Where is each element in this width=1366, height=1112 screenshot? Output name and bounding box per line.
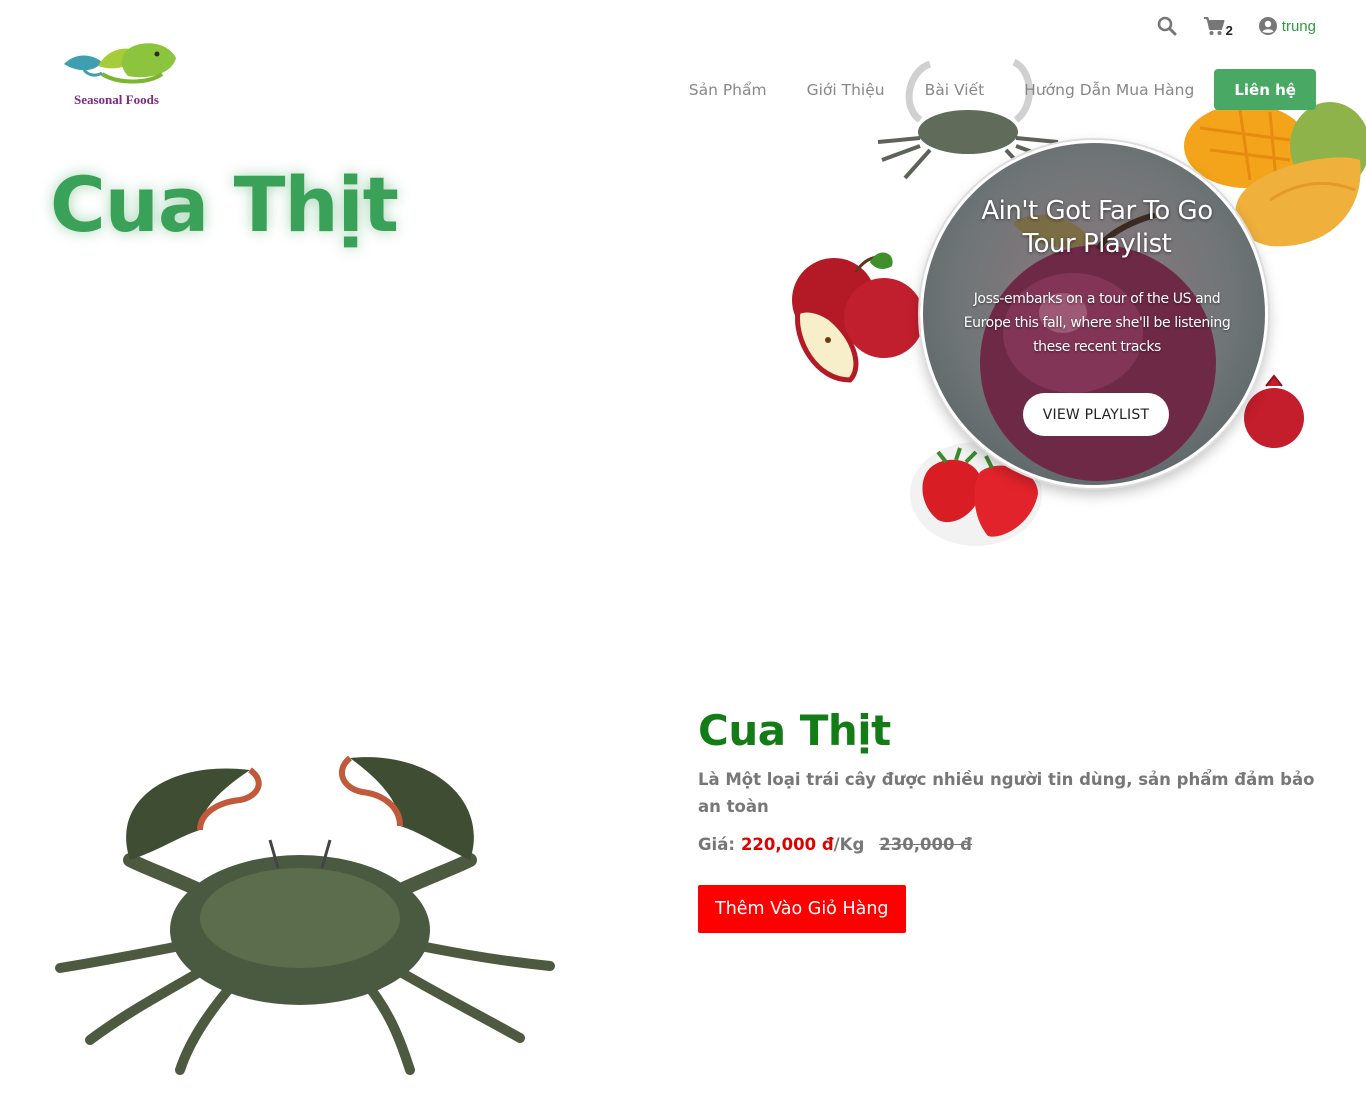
current-price: 220,000 đ — [740, 835, 834, 854]
view-playlist-button[interactable]: VIEW PLAYLIST — [1023, 393, 1169, 436]
product-details: Cua Thịt Là Một loại trái cây được nhiều… — [698, 700, 1318, 933]
main-navigation: Sản Phẩm Giới Thiệu Bài Viết Hướng Dẫn M… — [689, 69, 1316, 110]
logo-text: Seasonal Foods — [74, 92, 159, 107]
price-label: Giá: — [698, 835, 735, 854]
product-title: Cua Thịt — [698, 706, 891, 755]
add-to-cart-button[interactable]: Thêm Vào Giỏ Hàng — [698, 885, 906, 933]
nav-item-products[interactable]: Sản Phẩm — [689, 81, 767, 99]
old-price: 230,000 đ — [879, 835, 972, 854]
apple-decoration — [792, 252, 924, 383]
price-row: Giá: 220,000 đ /Kg 230,000 đ — [698, 835, 1318, 854]
fish-logo-icon — [64, 43, 176, 84]
top-utility-bar: 2 trung — [1157, 12, 1316, 40]
cart-button[interactable]: 2 — [1203, 15, 1233, 38]
promo-card-content: Ain't Got Far To Go Tour Playlist Joss-e… — [923, 143, 1265, 485]
product-image-crab — [55, 755, 555, 1075]
search-icon — [1157, 16, 1177, 36]
user-name: trung — [1281, 17, 1316, 35]
promo-card-description: Joss-embarks on a tour of the US and Eur… — [963, 291, 1231, 355]
search-button[interactable] — [1157, 16, 1177, 36]
user-icon — [1258, 17, 1277, 35]
contact-button[interactable]: Liên hệ — [1214, 69, 1316, 110]
cart-icon — [1203, 17, 1225, 35]
nav-item-blog[interactable]: Bài Viết — [925, 81, 985, 99]
cart-count-badge: 2 — [1225, 22, 1233, 38]
playlist-promo-card: Ain't Got Far To Go Tour Playlist Joss-e… — [920, 140, 1268, 488]
site-logo[interactable]: Seasonal Foods — [62, 40, 192, 110]
page-title: Cua Thịt — [50, 160, 399, 249]
user-account-button[interactable]: trung — [1258, 17, 1316, 35]
nav-item-purchase-guide[interactable]: Hướng Dẫn Mua Hàng — [1024, 81, 1194, 99]
nav-item-about[interactable]: Giới Thiệu — [807, 81, 885, 99]
promo-card-title: Ain't Got Far To Go Tour Playlist — [981, 196, 1213, 259]
price-unit: /Kg — [833, 835, 865, 854]
product-description: Là Một loại trái cây được nhiều người ti… — [698, 770, 1315, 816]
